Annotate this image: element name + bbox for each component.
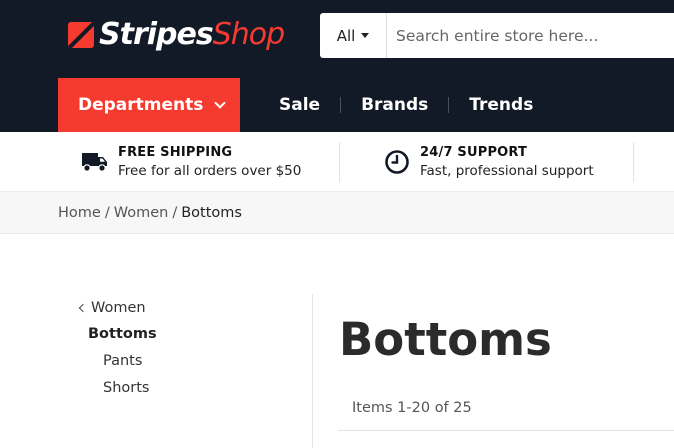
sidebar-parent-label: Women: [91, 300, 146, 316]
toolbar-divider: [338, 430, 674, 431]
clock-icon: [382, 148, 412, 176]
logo-text-primary: Stripes: [99, 17, 214, 52]
breadcrumb-current: Bottoms: [181, 204, 242, 221]
feature-subtitle: Fast, professional support: [420, 163, 594, 179]
search-input[interactable]: [387, 14, 667, 57]
logo-text-secondary: Shop: [212, 17, 285, 52]
departments-button[interactable]: Departments: [58, 78, 240, 132]
chevron-left-icon: [78, 303, 88, 313]
site-header: StripesShop All Departments Sale Brands …: [0, 0, 674, 132]
nav-link-sale[interactable]: Sale: [260, 97, 340, 114]
feature-divider: [339, 142, 340, 182]
feature-title: 24/7 SUPPORT: [420, 145, 528, 160]
features-bar: FREE SHIPPING Free for all orders over $…: [0, 132, 674, 192]
feature-subtitle: Free for all orders over $50: [118, 163, 302, 179]
item-count: Items 1-20 of 25: [352, 400, 472, 416]
sidebar-current-category: Bottoms: [88, 326, 157, 342]
main-nav: Sale Brands Trends: [260, 78, 553, 132]
sidebar-item-pants[interactable]: Pants: [78, 353, 308, 371]
breadcrumb: Home / Women / Bottoms: [0, 192, 674, 234]
chevron-down-icon: [214, 96, 227, 109]
store-logo[interactable]: StripesShop: [68, 17, 285, 53]
sidebar-divider: [312, 294, 313, 448]
breadcrumb-separator: /: [104, 204, 110, 221]
caret-down-icon: [361, 33, 370, 38]
departments-label: Departments: [78, 95, 204, 115]
feature-free-shipping: FREE SHIPPING Free for all orders over $…: [80, 142, 301, 182]
sidebar-parent-link[interactable]: Women: [78, 299, 308, 317]
nav-link-trends[interactable]: Trends: [448, 97, 553, 114]
feature-divider: [633, 142, 634, 182]
search-category-dropdown[interactable]: All: [320, 13, 387, 58]
breadcrumb-link-women[interactable]: Women: [114, 205, 169, 221]
logo-mark-icon: [68, 22, 94, 48]
feature-title: FREE SHIPPING: [118, 145, 233, 160]
breadcrumb-separator: /: [172, 204, 178, 221]
search-category-label: All: [336, 26, 356, 45]
nav-link-brands[interactable]: Brands: [340, 97, 448, 114]
page-title: Bottoms: [339, 313, 552, 366]
truck-icon: [80, 148, 110, 176]
feature-support: 24/7 SUPPORT Fast, professional support: [382, 142, 594, 182]
search-bar: All: [320, 13, 674, 58]
breadcrumb-link-home[interactable]: Home: [58, 205, 101, 221]
category-sidebar: Women Bottoms Pants Shorts: [78, 299, 308, 398]
sidebar-item-shorts[interactable]: Shorts: [78, 380, 308, 398]
